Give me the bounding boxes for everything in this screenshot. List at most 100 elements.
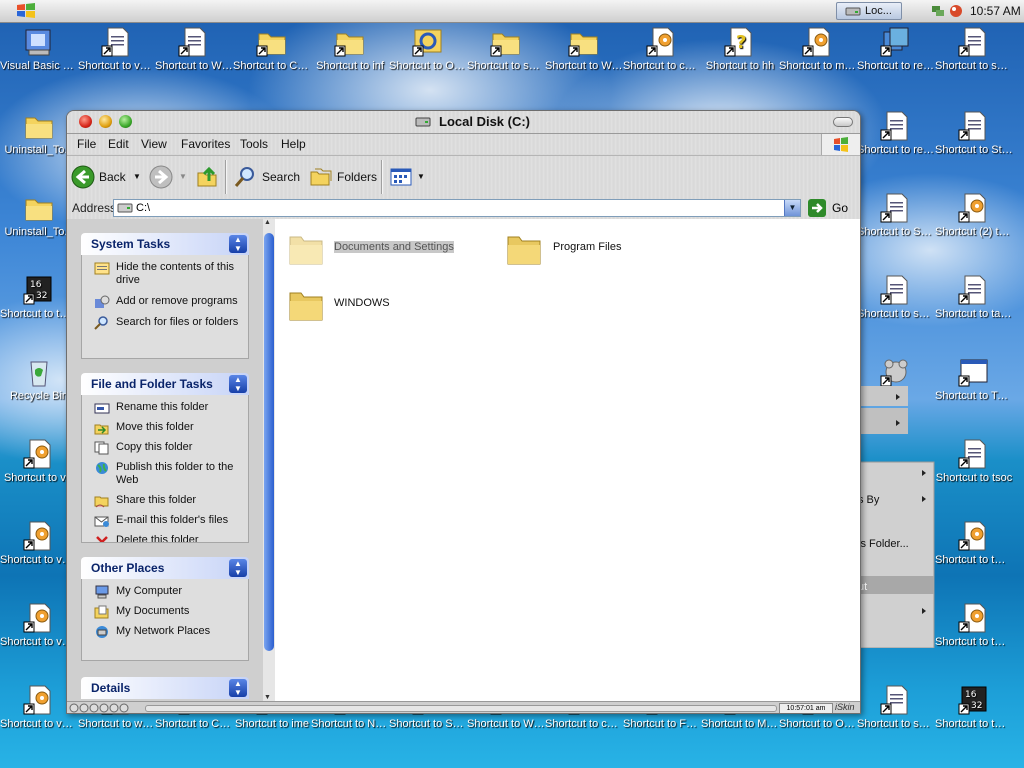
- share-folder-link[interactable]: Share this folder: [82, 494, 248, 508]
- media-progress-track[interactable]: [145, 705, 777, 712]
- email-folder-link[interactable]: E-mail this folder's files: [82, 514, 248, 527]
- task-pane-scrollbar[interactable]: ▲ ▼: [263, 219, 275, 701]
- desktop-icon-label: Shortcut to Web: [545, 60, 623, 72]
- panel-title: Details: [91, 681, 131, 695]
- desktop-icon[interactable]: Shortcut to tsoc: [935, 438, 1013, 485]
- system-tasks-panel: System Tasks ▲ ▼ Hide the contents of thi…: [81, 233, 249, 359]
- rename-folder-link[interactable]: Rename this folder: [82, 401, 248, 414]
- hide-contents-icon: [94, 262, 110, 275]
- details-panel: Details ▲ ▼: [81, 677, 249, 699]
- my-documents-link[interactable]: My Documents: [82, 605, 248, 619]
- add-remove-programs-link[interactable]: Add or remove programs: [82, 295, 248, 308]
- desktop-icon[interactable]: Shortcut to WMSysPr9.prx: [155, 26, 233, 73]
- scrollbar-thumb[interactable]: [264, 233, 274, 651]
- media-controls-icon[interactable]: [69, 703, 141, 713]
- maximize-button[interactable]: [119, 115, 132, 128]
- desktop-icon[interactable]: Shortcut (2) to system: [935, 192, 1013, 239]
- desktop-icon[interactable]: Shortcut to inf: [311, 26, 389, 73]
- views-dropdown-icon[interactable]: ▼: [417, 164, 425, 190]
- menu-edit[interactable]: Edit: [108, 137, 129, 151]
- desktop-icon[interactable]: Shortcut to Web: [545, 26, 623, 73]
- desktop-icon[interactable]: Visual Basic 6.0: [0, 26, 78, 73]
- folder-label: Program Files: [553, 241, 622, 253]
- menu-tools[interactable]: Tools: [240, 137, 268, 151]
- forward-button[interactable]: ▼: [149, 164, 189, 190]
- desktop-icon[interactable]: Shortcut to security: [467, 26, 545, 73]
- desktop-icon[interactable]: 1632 Shortcut to twunk_16: [935, 684, 1013, 731]
- copy-folder-link[interactable]: Copy this folder: [82, 441, 248, 455]
- menu-favorites[interactable]: Favorites: [181, 137, 230, 151]
- search-button[interactable]: Search: [233, 164, 301, 190]
- help-icon: ?: [724, 26, 756, 58]
- desktop-icon[interactable]: Shortcut to sessmgr.setup: [857, 274, 935, 321]
- desktop-icon[interactable]: Shortcut to regedit: [857, 26, 935, 73]
- details-header[interactable]: Details ▲ ▼: [81, 677, 249, 699]
- system-tasks-header[interactable]: System Tasks ▲ ▼: [81, 233, 249, 255]
- desktop-icon[interactable]: Shortcut to Offline W...: [389, 26, 467, 73]
- menu-view[interactable]: View: [141, 137, 167, 151]
- paint-icon[interactable]: [948, 4, 964, 18]
- folder-icon: [334, 26, 366, 58]
- doc-icon: [178, 26, 210, 58]
- collapse-chevron-icon[interactable]: ▲ ▼: [229, 679, 247, 697]
- taskbar-button-local-disk[interactable]: Loc...: [836, 2, 902, 20]
- address-input[interactable]: C:\ ▼: [113, 199, 801, 217]
- context-menu-item[interactable]: is Folder...: [858, 538, 909, 550]
- network-icon[interactable]: [930, 4, 946, 18]
- email-icon: [94, 516, 109, 527]
- back-arrow-icon: [71, 165, 95, 189]
- clock[interactable]: 10:57 AM: [970, 2, 1021, 20]
- scroll-down-icon[interactable]: ▼: [264, 694, 271, 701]
- views-icon: [390, 168, 412, 186]
- desktop-icon[interactable]: Shortcut to setuplog: [935, 26, 1013, 73]
- desktop-icon-label: Shortcut to Connecti...: [155, 718, 233, 730]
- desktop-icon[interactable]: Shortcut to SchedLgU: [857, 192, 935, 239]
- drive-icon: [117, 203, 133, 213]
- desktop-icon[interactable]: Shortcut to vssetup: [78, 26, 156, 73]
- delete-folder-link[interactable]: Delete this folder: [82, 534, 248, 542]
- scroll-up-icon[interactable]: ▲: [264, 219, 271, 226]
- desktop-icon[interactable]: Shortcut to regopt: [857, 110, 935, 157]
- hide-drive-contents-link[interactable]: Hide the contents of this drive: [82, 261, 248, 287]
- go-button[interactable]: Go: [808, 199, 856, 217]
- collapse-chevron-icon[interactable]: ▲ ▼: [229, 559, 247, 577]
- search-files-link[interactable]: Search for files or folders: [82, 316, 248, 330]
- desktop-icon[interactable]: Shortcut to setuperr: [857, 684, 935, 731]
- close-button[interactable]: [79, 115, 92, 128]
- desktop-icon[interactable]: Shortcut to Sti_Trace: [935, 110, 1013, 157]
- copy-icon: [94, 441, 109, 455]
- title-bar[interactable]: Local Disk (C:): [67, 111, 860, 134]
- desktop-icon[interactable]: Shortcut to Cursors: [233, 26, 311, 73]
- file-folder-tasks-header[interactable]: File and Folder Tasks ▲ ▼: [81, 373, 249, 395]
- menu-help[interactable]: Help: [281, 137, 306, 151]
- recycle-icon: [23, 356, 55, 388]
- my-computer-link[interactable]: My Computer: [82, 585, 248, 599]
- back-dropdown-icon[interactable]: ▼: [133, 164, 141, 190]
- desktop-icon[interactable]: Shortcut to twain_32.dll: [935, 602, 1013, 649]
- up-folder-button[interactable]: [195, 164, 223, 190]
- desktop-icon[interactable]: Shortcut to TASKMAN: [935, 356, 1013, 403]
- windows-logo-icon[interactable]: [16, 2, 36, 20]
- minimize-button[interactable]: [99, 115, 112, 128]
- other-places-header[interactable]: Other Places ▲ ▼: [81, 557, 249, 579]
- desktop-icon[interactable]: Shortcut to twain.dll: [935, 520, 1013, 567]
- move-folder-link[interactable]: Move this folder: [82, 421, 248, 435]
- collapse-chevron-icon[interactable]: ▲ ▼: [229, 375, 247, 393]
- collapse-chevron-icon[interactable]: ▲ ▼: [229, 235, 247, 253]
- views-button[interactable]: ▼: [389, 164, 425, 190]
- publish-folder-link[interactable]: Publish this folder to the Web: [82, 461, 248, 487]
- folders-button[interactable]: Folders: [309, 164, 377, 190]
- address-dropdown-icon[interactable]: ▼: [784, 200, 800, 216]
- desktop-icon[interactable]: ? Shortcut to hh: [701, 26, 779, 73]
- context-menu-item[interactable]: s By: [858, 494, 879, 506]
- desktop-icon[interactable]: Shortcut to control: [623, 26, 701, 73]
- desktop-icon[interactable]: Shortcut to msdfmap: [779, 26, 857, 73]
- forward-dropdown-icon[interactable]: ▼: [179, 164, 187, 190]
- desktop-icon[interactable]: Shortcut to tabletoc: [935, 274, 1013, 321]
- folder-icon: [256, 26, 288, 58]
- menu-file[interactable]: File: [77, 137, 96, 151]
- my-network-places-link[interactable]: My Network Places: [82, 625, 248, 638]
- drive-icon: [845, 7, 861, 16]
- back-button[interactable]: Back ▼: [71, 164, 143, 190]
- toolbar-toggle-button[interactable]: [833, 117, 853, 127]
